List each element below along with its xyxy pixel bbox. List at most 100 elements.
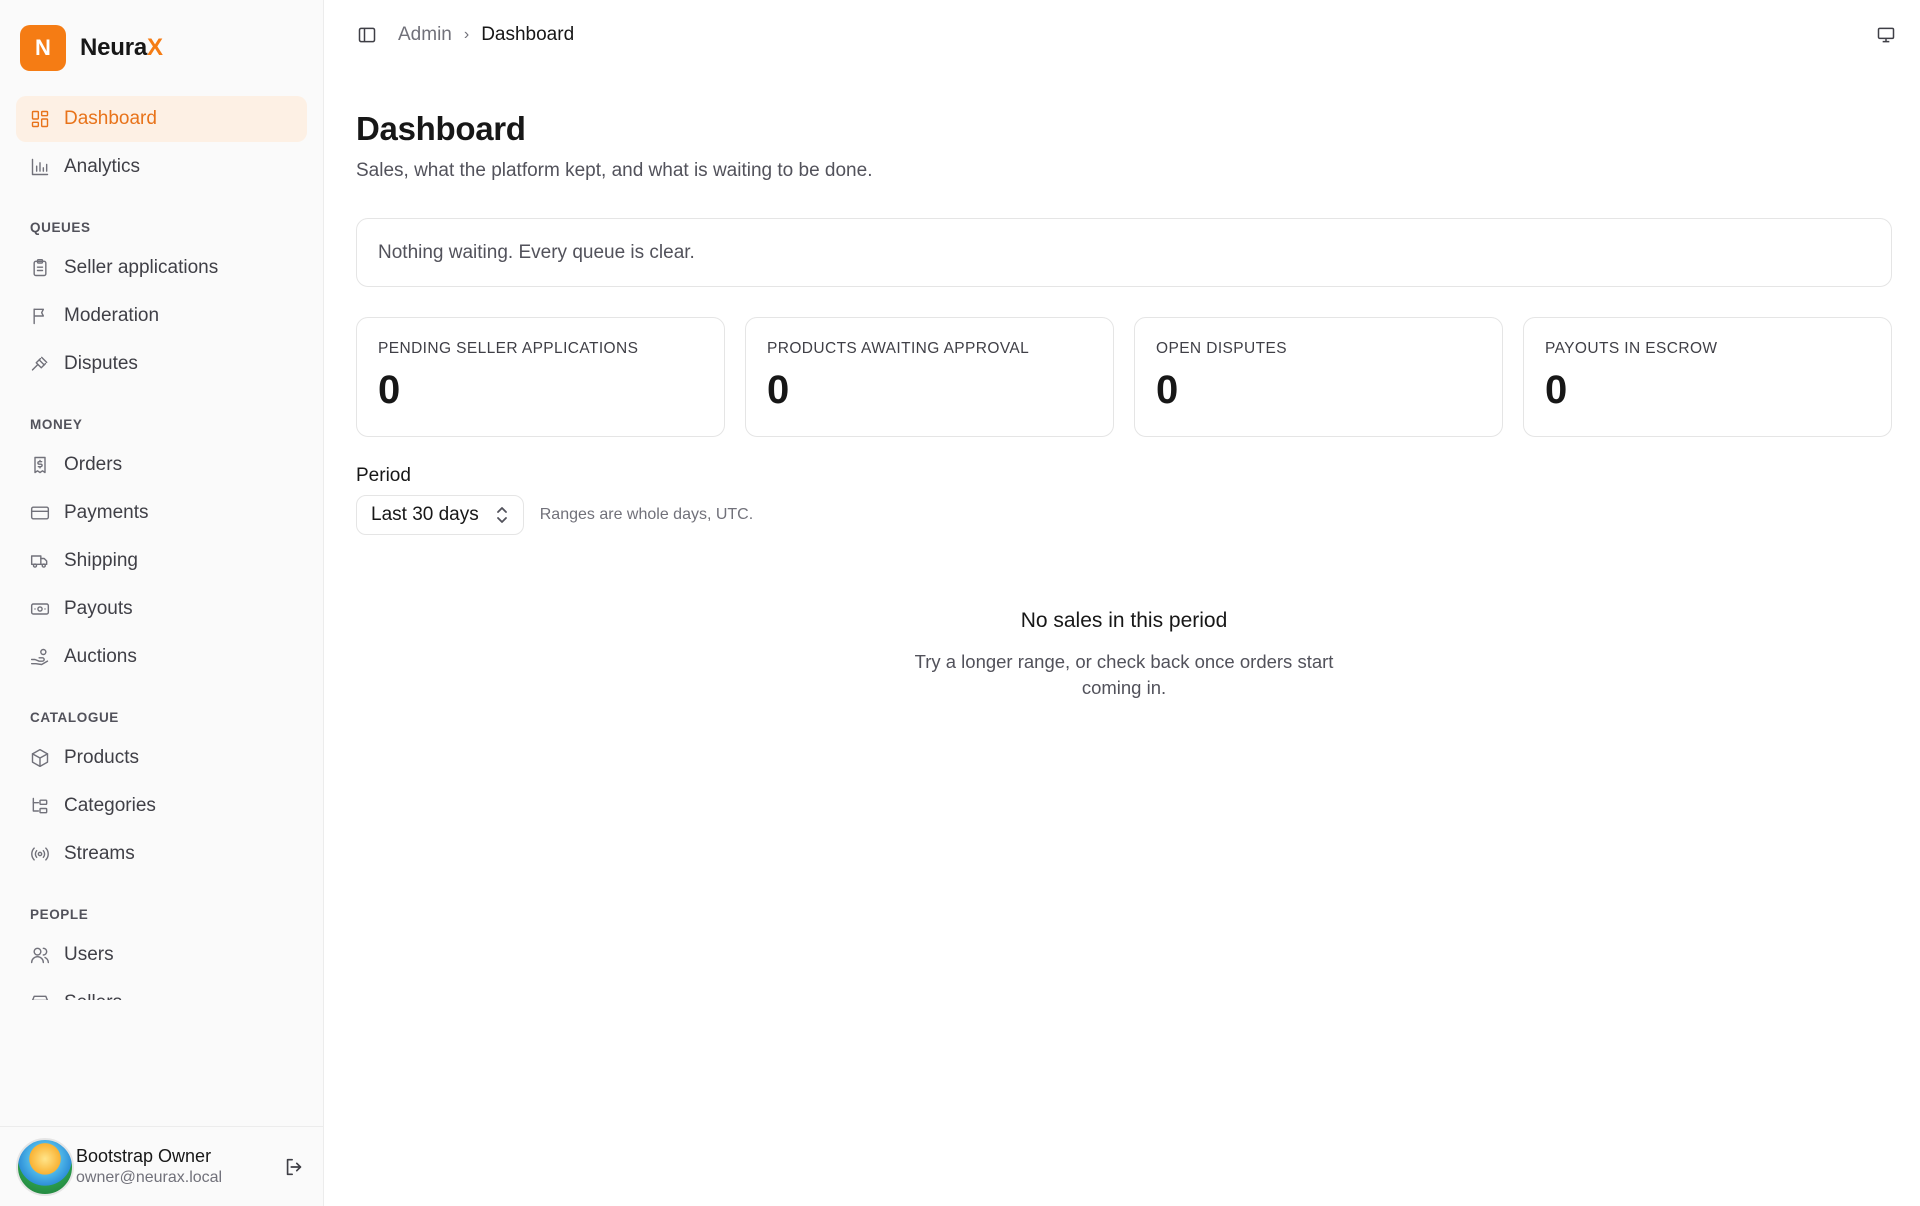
sidebar-item-label: Seller applications: [64, 257, 219, 278]
package-icon: [30, 748, 50, 768]
sidebar-item-payments[interactable]: Payments: [16, 490, 307, 536]
gavel-icon: [30, 354, 50, 374]
chevrons-up-down-icon: [496, 507, 507, 523]
truck-icon: [30, 551, 50, 571]
stat-value: 0: [1156, 368, 1179, 412]
stats-grid: PENDING SELLER APPLICATIONS 0 PRODUCTS AWA…: [356, 317, 1892, 437]
sidebar-item-label: Orders: [64, 454, 123, 475]
breadcrumb-admin-link[interactable]: Admin: [398, 24, 452, 46]
sidebar-item-products[interactable]: Products: [16, 735, 307, 781]
banknote-icon: [30, 599, 50, 619]
stat-value: 0: [378, 368, 401, 412]
period-hint: Ranges are whole days, UTC.: [539, 506, 754, 523]
stat-label: PRODUCTS AWAITING APPROVAL: [767, 340, 1030, 357]
sidebar-item-label: Moderation: [64, 305, 160, 326]
flag-icon: [30, 306, 50, 326]
queue-notice: Nothing waiting. Every queue is clear.: [356, 218, 1892, 287]
stat-card-pending-seller-applications: PENDING SELLER APPLICATIONS 0: [356, 317, 725, 437]
hand-coins-icon: [30, 647, 50, 667]
brand-name-main: Neura: [80, 34, 148, 61]
user-name: Bootstrap Owner: [76, 1146, 212, 1166]
bar-chart-icon: [30, 157, 50, 177]
sidebar-item-analytics[interactable]: Analytics: [16, 144, 307, 190]
brand-name: NeuraX: [80, 34, 163, 62]
period-label: Period: [356, 465, 411, 486]
logout-icon: [286, 1158, 302, 1175]
panel-left-icon: [358, 27, 376, 43]
sidebar-item-label: Disputes: [64, 353, 138, 374]
sidebar-section-money: MONEY: [30, 417, 83, 432]
brand[interactable]: N NeuraX: [0, 0, 323, 72]
radio-icon: [30, 844, 50, 864]
page-subtitle: Sales, what the platform kept, and what …: [356, 160, 873, 181]
empty-state-body: Try a longer range, or check back once o…: [914, 651, 1334, 698]
stat-card-payouts-in-escrow: PAYOUTS IN ESCROW 0: [1523, 317, 1892, 437]
sidebar-item-sellers[interactable]: Sellers: [16, 980, 307, 1000]
sidebar-scroll-area[interactable]: N NeuraX Dashboard Analytics QUEUES Seller …: [0, 0, 323, 1000]
sidebar-item-label: Auctions: [64, 646, 137, 667]
sidebar: N NeuraX Dashboard Analytics QUEUES Seller …: [0, 0, 324, 1206]
sidebar-section-people: PEOPLE: [30, 907, 89, 922]
sidebar-item-disputes[interactable]: Disputes: [16, 341, 307, 387]
breadcrumb: Admin › Dashboard: [398, 24, 574, 46]
topbar: Admin › Dashboard: [324, 0, 1920, 70]
period-select-value: Last 30 days: [371, 504, 479, 525]
user-info: Bootstrap Owner owner@neurax.local: [76, 1146, 281, 1187]
avatar[interactable]: [16, 1137, 74, 1196]
stat-label: PENDING SELLER APPLICATIONS: [378, 340, 639, 357]
period-filter: Period Last 30 days Ranges are whole day…: [356, 465, 1892, 535]
app-root: N NeuraX Dashboard Analytics QUEUES Seller …: [0, 0, 1920, 1206]
main-area: Admin › Dashboard Dashboard Sales, what …: [324, 0, 1920, 1206]
receipt-icon: [30, 455, 50, 475]
period-row: Last 30 days Ranges are whole days, UTC.: [356, 495, 1892, 535]
sidebar-section-catalogue: CATALOGUE: [30, 710, 119, 725]
sidebar-item-label: Categories: [64, 795, 156, 816]
user-footer: Bootstrap Owner owner@neurax.local: [0, 1126, 323, 1206]
brand-logo: N: [20, 25, 66, 71]
breadcrumb-current: Dashboard: [481, 24, 575, 45]
sidebar-item-label: Payouts: [64, 598, 133, 619]
users-icon: [30, 945, 50, 965]
period-select[interactable]: Last 30 days: [356, 495, 524, 535]
sidebar-item-dashboard[interactable]: Dashboard: [16, 96, 307, 142]
stat-value: 0: [1545, 368, 1568, 412]
sidebar-item-label: Shipping: [64, 550, 138, 571]
sidebar-toggle-button[interactable]: [352, 20, 382, 50]
sidebar-item-seller-applications[interactable]: Seller applications: [16, 245, 307, 291]
sidebar-item-orders[interactable]: Orders: [16, 442, 307, 488]
sidebar-item-streams[interactable]: Streams: [16, 831, 307, 877]
tree-icon: [30, 796, 50, 816]
sidebar-item-label: Sellers: [64, 992, 122, 1000]
stat-label: PAYOUTS IN ESCROW: [1545, 340, 1718, 357]
monitor-icon: [1877, 27, 1895, 43]
dashboard-content: Dashboard Sales, what the platform kept,…: [324, 70, 1920, 701]
store-icon: [30, 993, 50, 1000]
sidebar-section-queues: QUEUES: [30, 220, 91, 235]
brand-name-accent: X: [147, 34, 163, 61]
user-email: owner@neurax.local: [76, 1169, 223, 1186]
sidebar-item-shipping[interactable]: Shipping: [16, 538, 307, 584]
stat-label: OPEN DISPUTES: [1156, 340, 1287, 357]
credit-card-icon: [30, 503, 50, 523]
sidebar-item-label: Payments: [64, 502, 149, 523]
sidebar-item-categories[interactable]: Categories: [16, 783, 307, 829]
sidebar-item-label: Dashboard: [64, 108, 157, 129]
sidebar-item-payouts[interactable]: Payouts: [16, 586, 307, 632]
stat-value: 0: [767, 368, 790, 412]
clipboard-icon: [30, 258, 50, 278]
stat-card-products-awaiting-approval: PRODUCTS AWAITING APPROVAL 0: [745, 317, 1114, 437]
display-mode-button[interactable]: [1876, 25, 1896, 45]
sidebar-item-label: Analytics: [64, 156, 141, 177]
logout-button[interactable]: [281, 1154, 307, 1180]
sidebar-item-label: Products: [64, 747, 139, 768]
sidebar-item-auctions[interactable]: Auctions: [16, 634, 307, 680]
sidebar-item-moderation[interactable]: Moderation: [16, 293, 307, 339]
empty-state-title: No sales in this period: [1020, 609, 1228, 632]
sidebar-item-users[interactable]: Users: [16, 932, 307, 978]
stat-card-open-disputes: OPEN DISPUTES 0: [1134, 317, 1503, 437]
sidebar-item-label: Users: [64, 944, 114, 965]
chevron-right-icon: ›: [463, 26, 470, 43]
page-title: Dashboard: [356, 110, 526, 147]
empty-state: No sales in this period Try a longer ran…: [356, 609, 1892, 701]
sidebar-nav: Dashboard Analytics QUEUES Seller applicati…: [0, 72, 323, 1000]
